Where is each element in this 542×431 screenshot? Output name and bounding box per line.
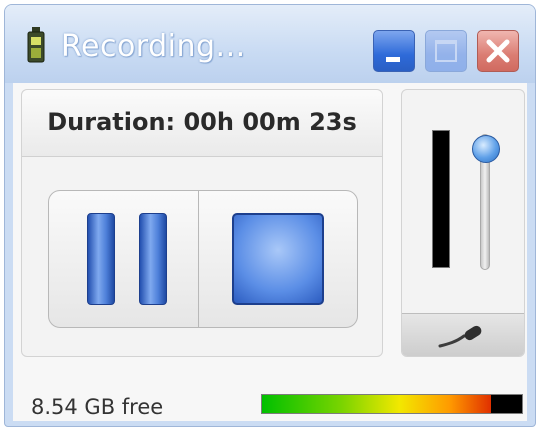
input-level-meter [432,130,450,268]
volume-panel [401,89,525,357]
close-button[interactable] [477,30,519,72]
volume-slider-thumb[interactable] [472,134,500,163]
recorder-window: Recording... Duration: 00h 00m 23s 8.54 … [4,4,536,427]
stop-icon [232,213,324,305]
minimize-icon [386,57,400,62]
maximize-button[interactable] [425,30,467,72]
recording-panel: Duration: 00h 00m 23s [21,89,383,357]
stop-button[interactable] [199,191,357,327]
disk-usage-bar [261,394,523,414]
recorder-app-icon [27,27,45,63]
title-bar[interactable]: Recording... [5,5,535,83]
free-space-label: 8.54 GB free [31,395,164,419]
maximize-icon [435,40,457,62]
close-icon [484,37,512,69]
disk-usage-fill [262,395,491,413]
microphone-icon [438,325,482,348]
duration-label: Duration: 00h 00m 23s [47,108,357,136]
duration-display: Duration: 00h 00m 23s [22,90,382,157]
recorder-body: Duration: 00h 00m 23s 8.54 GB free [13,83,527,421]
microphone-button[interactable] [402,313,524,356]
transport-controls [48,190,358,328]
minimize-button[interactable] [373,30,415,72]
pause-button[interactable] [49,191,199,327]
window-title: Recording... [61,29,246,64]
